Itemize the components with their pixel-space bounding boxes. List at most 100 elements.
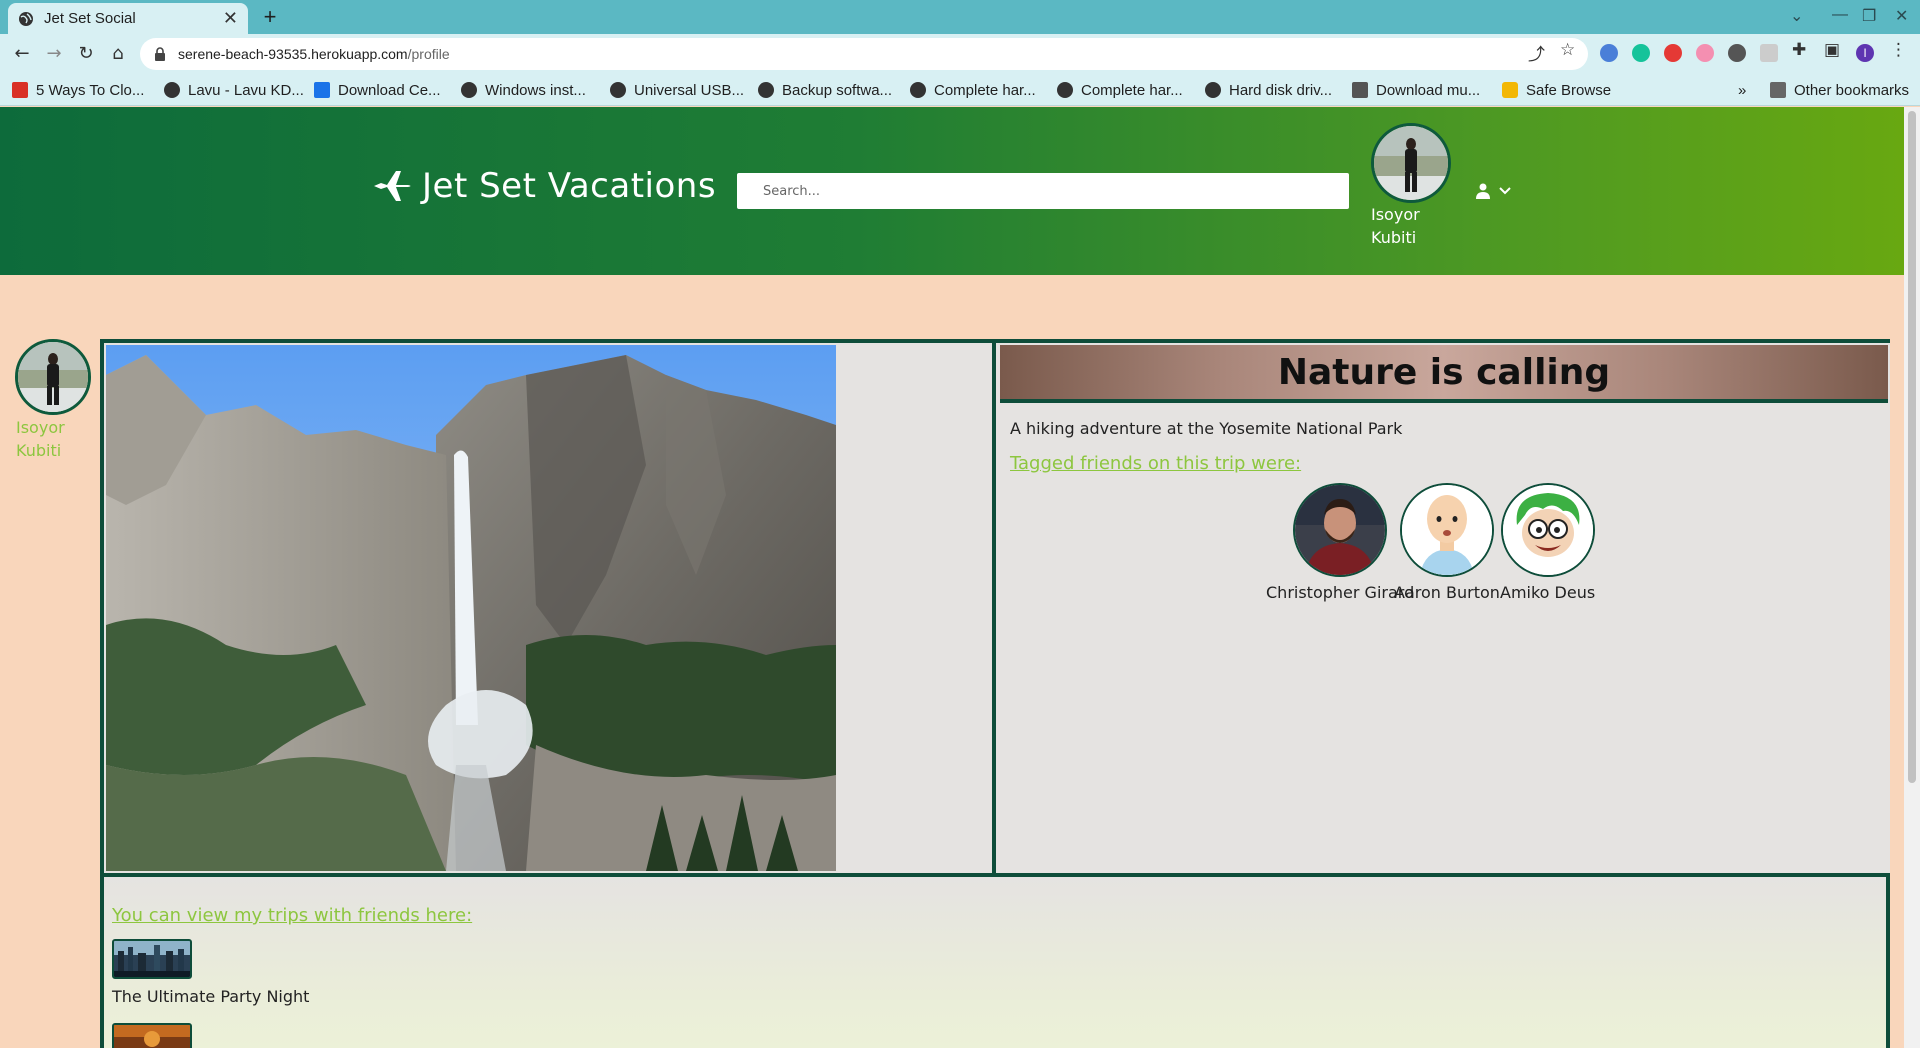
bookmark-icon — [1352, 82, 1368, 98]
avatar[interactable] — [15, 339, 91, 415]
new-tab-button[interactable]: + — [258, 5, 282, 29]
side-panel-icon[interactable]: ▣ — [1824, 40, 1840, 60]
url-text: serene-beach-93535.herokuapp.com/profile — [178, 46, 450, 62]
friend-trips-link[interactable]: You can view my trips with friends here: — [112, 905, 472, 926]
reload-button[interactable]: ↻ — [74, 42, 98, 66]
brand-logo[interactable]: Jet Set Vacations — [372, 165, 716, 207]
avatar[interactable] — [1399, 483, 1494, 577]
bookmarks-bar: 5 Ways To Clo... Lavu - Lavu KD... Downl… — [0, 74, 1920, 106]
bookmark-item[interactable]: Hard disk driv... — [1205, 80, 1332, 100]
trip-card: Nature is calling A hiking adventure at … — [100, 339, 1890, 1048]
extension-icon[interactable] — [1600, 44, 1618, 62]
friend-trips-section: You can view my trips with friends here:… — [104, 873, 1886, 1048]
tagged-friends-link[interactable]: Tagged friends on this trip were: — [1010, 453, 1301, 474]
trip-details-panel: Nature is calling A hiking adventure at … — [1000, 343, 1890, 873]
page-viewport: Jet Set Vacations Isoyor Kubiti — [0, 107, 1920, 1048]
globe-icon — [164, 82, 180, 98]
browser-tab[interactable]: Jet Set Social ✕ — [8, 3, 248, 34]
waterfall-image — [106, 345, 836, 871]
friend-name[interactable]: Christopher Girard — [1266, 583, 1414, 602]
bookmark-icon — [12, 82, 28, 98]
trip-description: A hiking adventure at the Yosemite Natio… — [1010, 419, 1403, 438]
address-bar[interactable]: serene-beach-93535.herokuapp.com/profile — [140, 38, 1588, 70]
grammarly-icon[interactable] — [1632, 44, 1650, 62]
header-username[interactable]: Isoyor Kubiti — [1371, 203, 1451, 249]
bookmark-item[interactable]: Complete har... — [1057, 80, 1183, 100]
lock-icon — [155, 47, 165, 61]
trip-image — [114, 1025, 190, 1048]
browser-tab-strip: Jet Set Social ✕ + ⌄ — ❐ ✕ — [0, 0, 1920, 34]
share-icon[interactable]: ⤴ — [1528, 40, 1545, 65]
bookmark-item[interactable]: Download mu... — [1352, 80, 1480, 100]
trip-photo-panel — [104, 343, 996, 873]
search-input[interactable] — [737, 173, 1349, 209]
trip-title: Nature is calling — [1277, 351, 1611, 393]
bookmark-star-icon[interactable]: ☆ — [1560, 40, 1575, 60]
globe-icon — [758, 82, 774, 98]
browser-toolbar: ← → ↻ ⌂ serene-beach-93535.herokuapp.com… — [0, 34, 1920, 74]
tagged-friend[interactable]: Aaron Burton — [1394, 483, 1500, 602]
extension-icon[interactable] — [1664, 44, 1682, 62]
extension-icon[interactable] — [1728, 44, 1746, 62]
extensions-puzzle-icon[interactable]: ✚ — [1792, 40, 1806, 60]
folder-icon — [1770, 82, 1786, 98]
other-bookmarks-folder[interactable]: Other bookmarks — [1770, 80, 1909, 100]
bookmark-item[interactable]: Backup softwa... — [758, 80, 892, 100]
friend-photo — [1295, 485, 1386, 575]
extension-icon[interactable] — [1696, 44, 1714, 62]
brand-name: Jet Set Vacations — [422, 166, 717, 206]
globe-icon — [461, 82, 477, 98]
window-close-button[interactable]: ✕ — [1895, 6, 1908, 26]
bookmark-item[interactable]: Complete har... — [910, 80, 1036, 100]
tagged-friend[interactable]: Amiko Deus — [1500, 483, 1595, 602]
bookmarks-overflow-button[interactable]: » — [1738, 80, 1746, 100]
bookmark-item[interactable]: Lavu - Lavu KD... — [164, 80, 304, 100]
friend-name[interactable]: Amiko Deus — [1500, 583, 1595, 602]
scrollbar-thumb[interactable] — [1908, 111, 1916, 783]
friend-cartoon — [1401, 485, 1492, 575]
avatar[interactable] — [1293, 483, 1388, 577]
trip-title-bar: Nature is calling — [1000, 345, 1888, 403]
globe-icon — [910, 82, 926, 98]
trip-thumbnail[interactable] — [112, 939, 192, 979]
minimize-button[interactable]: — — [1832, 6, 1848, 24]
tagged-friend[interactable]: Christopher Girard — [1266, 483, 1414, 602]
extension-icon[interactable] — [1760, 44, 1778, 62]
profile-photo — [18, 342, 88, 412]
globe-icon — [19, 11, 33, 26]
globe-icon — [610, 82, 626, 98]
author-username[interactable]: Isoyor Kubiti — [16, 416, 86, 462]
tab-title: Jet Set Social — [44, 10, 136, 27]
friend-name[interactable]: Aaron Burton — [1394, 583, 1500, 602]
trip-photo[interactable] — [106, 345, 836, 871]
avatar[interactable] — [1500, 483, 1595, 577]
profile-avatar-button[interactable]: I — [1856, 44, 1874, 62]
globe-icon — [1205, 82, 1221, 98]
tab-search-icon[interactable]: ⌄ — [1790, 6, 1803, 26]
bookmark-item[interactable]: Safe Browse — [1502, 80, 1611, 100]
bookmark-item[interactable]: Universal USB... — [610, 80, 744, 100]
chevron-down-icon — [1499, 187, 1511, 195]
bookmark-item[interactable]: 5 Ways To Clo... — [12, 80, 144, 100]
profile-photo — [1374, 126, 1448, 200]
back-button[interactable]: ← — [10, 42, 34, 66]
lock-icon — [1502, 82, 1518, 98]
airplane-icon — [374, 171, 411, 201]
bookmark-icon — [314, 82, 330, 98]
site-header: Jet Set Vacations Isoyor Kubiti — [0, 107, 1904, 275]
friend-cartoon — [1502, 485, 1593, 575]
restore-button[interactable]: ❐ — [1862, 6, 1876, 26]
trip-name[interactable]: The Ultimate Party Night — [112, 987, 309, 1006]
trip-thumbnail[interactable] — [112, 1023, 192, 1048]
tab-close-icon[interactable]: ✕ — [223, 8, 238, 29]
user-menu-button[interactable] — [1476, 179, 1516, 203]
bookmark-item[interactable]: Download Ce... — [314, 80, 441, 100]
avatar[interactable] — [1371, 123, 1451, 203]
page-scrollbar[interactable] — [1904, 107, 1920, 1048]
user-icon — [1476, 183, 1490, 199]
home-button[interactable]: ⌂ — [106, 42, 130, 66]
bookmark-item[interactable]: Windows inst... — [461, 80, 586, 100]
menu-kebab-icon[interactable]: ⋮ — [1890, 40, 1907, 60]
forward-button[interactable]: → — [42, 42, 66, 66]
globe-icon — [1057, 82, 1073, 98]
